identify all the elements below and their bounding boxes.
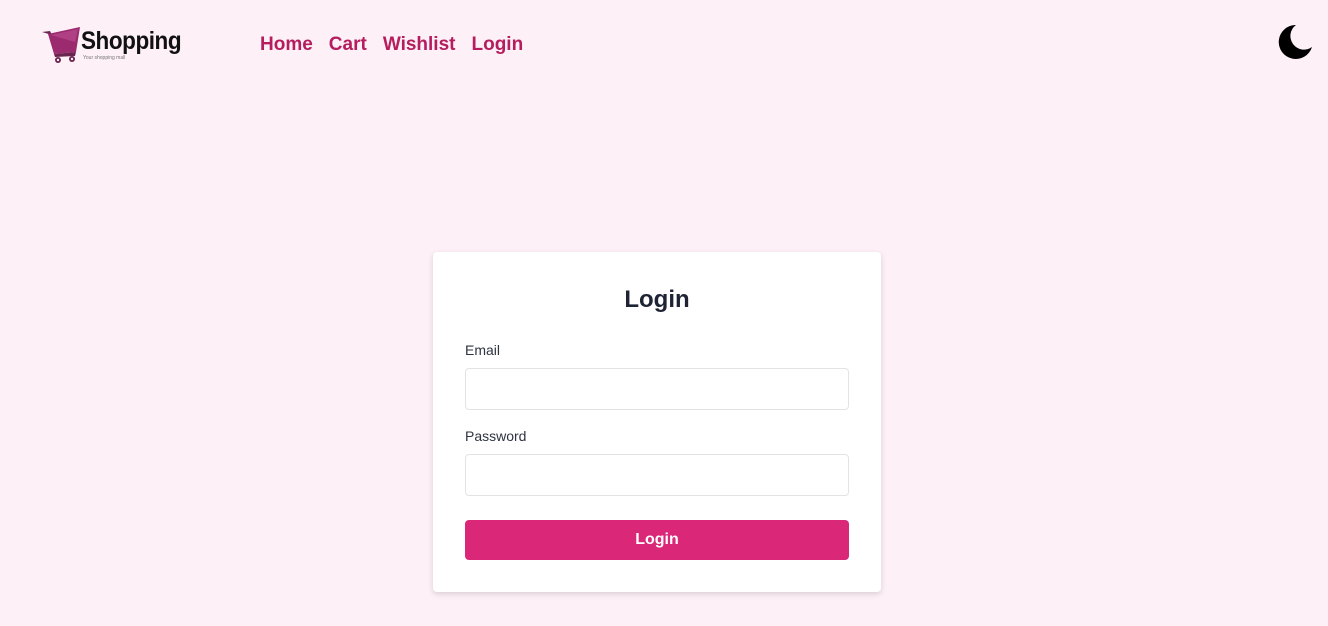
email-input[interactable] [465,368,849,410]
password-label: Password [465,428,527,444]
login-title: Login [624,286,690,313]
site-header: Shopping Your shopping mall Home Cart Wi… [0,0,1328,90]
email-label: Email [465,342,501,358]
brand-tagline: Your shopping mall [83,55,126,61]
nav-link-login[interactable]: Login [471,34,523,56]
nav-link-cart[interactable]: Cart [329,34,367,56]
main-nav: Home Cart Wishlist Login [260,34,523,56]
password-input[interactable] [465,454,849,496]
moon-icon [1278,24,1312,59]
nav-link-home[interactable]: Home [260,34,313,56]
login-card: Login Email Password Login [433,252,881,592]
theme-toggle-button[interactable] [1276,23,1314,61]
shopping-cart-icon [42,27,80,63]
nav-link-wishlist[interactable]: Wishlist [383,34,456,56]
brand-logo[interactable]: Shopping Your shopping mall [42,26,182,66]
brand-name: Shopping [81,27,182,55]
login-submit-button[interactable]: Login [465,520,849,560]
